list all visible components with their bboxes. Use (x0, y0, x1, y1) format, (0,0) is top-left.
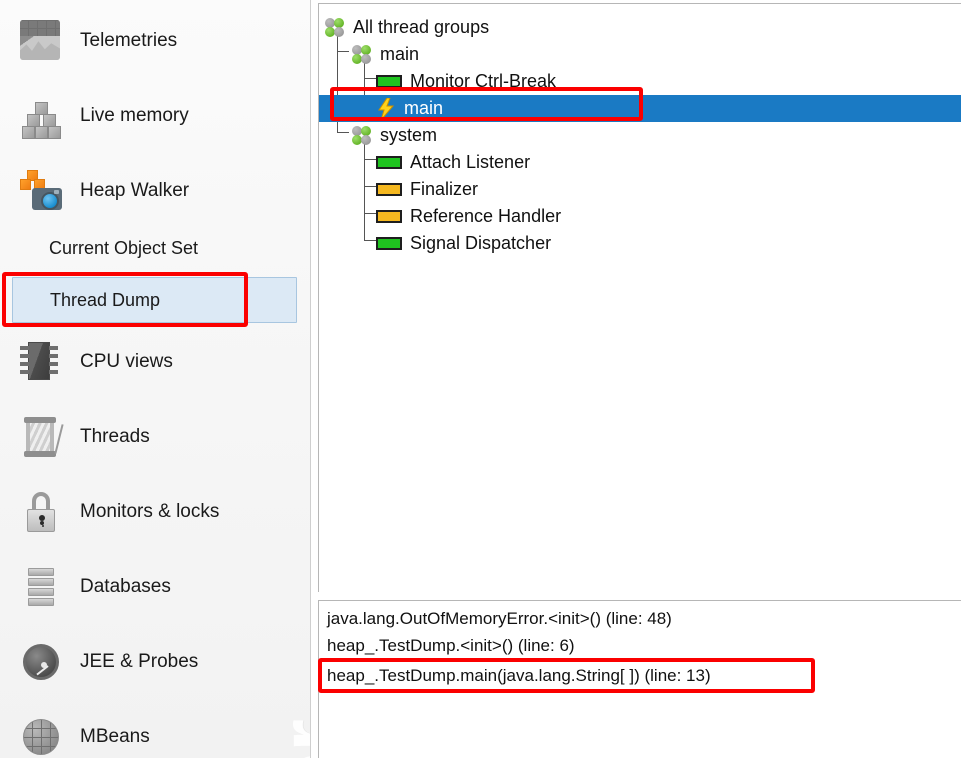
sidebar-item-monitors-and-locks[interactable]: Monitors & locks (0, 481, 310, 543)
database-icon (18, 564, 64, 610)
sidebar-item-label: Databases (80, 576, 171, 597)
stacked-cubes-icon (18, 93, 64, 139)
sidebar-item-mbeans[interactable]: MBeans (0, 706, 310, 758)
sidebar-item-telemetries[interactable]: Telemetries (0, 10, 310, 72)
tree-node-label: Reference Handler (410, 206, 562, 226)
sidebar-item-databases[interactable]: Databases (0, 556, 310, 618)
sidebar-item-label: Monitors & locks (80, 501, 220, 522)
thread-spool-icon (18, 414, 64, 460)
stack-frame-row[interactable]: heap_.TestDump.<init>() (line: 6) (327, 632, 575, 659)
tree-node-label: All thread groups (353, 17, 490, 37)
tree-node-label: Signal Dispatcher (410, 233, 552, 253)
sidebar-item-label: JEE & Probes (80, 651, 199, 672)
tree-node-signal-dispatcher[interactable]: Signal Dispatcher (319, 230, 961, 257)
tree-node-finalizer[interactable]: Finalizer (319, 176, 961, 203)
left-sidebar: ofiler Telemetries Live memory (0, 0, 311, 758)
current-object-set-label: Current Object Set (49, 237, 199, 258)
thread-group-icon (352, 125, 372, 146)
thread-status-running-icon (376, 237, 402, 250)
tree-node-label: Monitor Ctrl-Break (410, 71, 557, 91)
thread-bolt-icon (376, 97, 396, 120)
sidebar-item-label: Threads (80, 426, 150, 447)
sidebar-item-label: CPU views (80, 351, 173, 372)
thread-status-waiting-icon (376, 210, 402, 223)
tree-node-attach-listener[interactable]: Attach Listener (319, 149, 961, 176)
thread-group-icon (325, 17, 345, 38)
tree-node-label: Attach Listener (410, 152, 531, 172)
gauge-icon (18, 639, 64, 685)
thread-status-running-icon (376, 156, 402, 169)
jprofiler-window: ofiler Telemetries Live memory (0, 0, 961, 758)
tree-node-label: main (380, 44, 420, 64)
sidebar-item-jee-and-probes[interactable]: JEE & Probes (0, 631, 310, 693)
tree-node-label: system (380, 125, 438, 145)
heap-camera-icon (18, 168, 64, 214)
sidebar-item-label: MBeans (80, 726, 150, 747)
sidebar-item-threads[interactable]: Threads (0, 406, 310, 468)
sidebar-item-label: Live memory (80, 105, 189, 126)
telemetry-chart-icon (18, 18, 64, 64)
stack-trace-panel[interactable]: java.lang.OutOfMemoryError.<init>() (lin… (318, 600, 961, 758)
tree-node-label: main (404, 98, 444, 118)
tree-node-all-thread-groups[interactable]: All thread groups (319, 14, 961, 41)
tree-node-group-main[interactable]: main (319, 41, 961, 68)
thread-groups-tree[interactable]: All thread groups main Monitor Ctrl-Brea… (318, 3, 961, 592)
globe-icon (18, 714, 64, 758)
tree-node-group-system[interactable]: system (319, 122, 961, 149)
cpu-chip-icon (18, 339, 64, 385)
sidebar-item-live-memory[interactable]: Live memory (0, 85, 310, 147)
padlock-icon (18, 489, 64, 535)
tree-node-thread-main[interactable]: main (319, 95, 961, 122)
sidebar-item-thread-dump[interactable]: Thread Dump (12, 277, 297, 323)
stack-frame-row[interactable]: heap_.TestDump.main(java.lang.String[ ])… (327, 662, 711, 689)
sidebar-item-label: Telemetries (80, 30, 178, 51)
sidebar-item-cpu-views[interactable]: CPU views (0, 331, 310, 393)
stack-frame-row[interactable]: java.lang.OutOfMemoryError.<init>() (lin… (327, 605, 672, 632)
tree-node-monitor-ctrl-break[interactable]: Monitor Ctrl-Break (319, 68, 961, 95)
sidebar-item-label: Heap Walker (80, 180, 190, 201)
sidebar-item-label: Thread Dump (50, 289, 161, 310)
thread-status-waiting-icon (376, 183, 402, 196)
thread-status-running-icon (376, 75, 402, 88)
sidebar-item-heap-walker[interactable]: Heap Walker (0, 160, 310, 222)
tree-node-reference-handler[interactable]: Reference Handler (319, 203, 961, 230)
thread-group-icon (352, 44, 372, 65)
tree-node-label: Finalizer (410, 179, 479, 199)
